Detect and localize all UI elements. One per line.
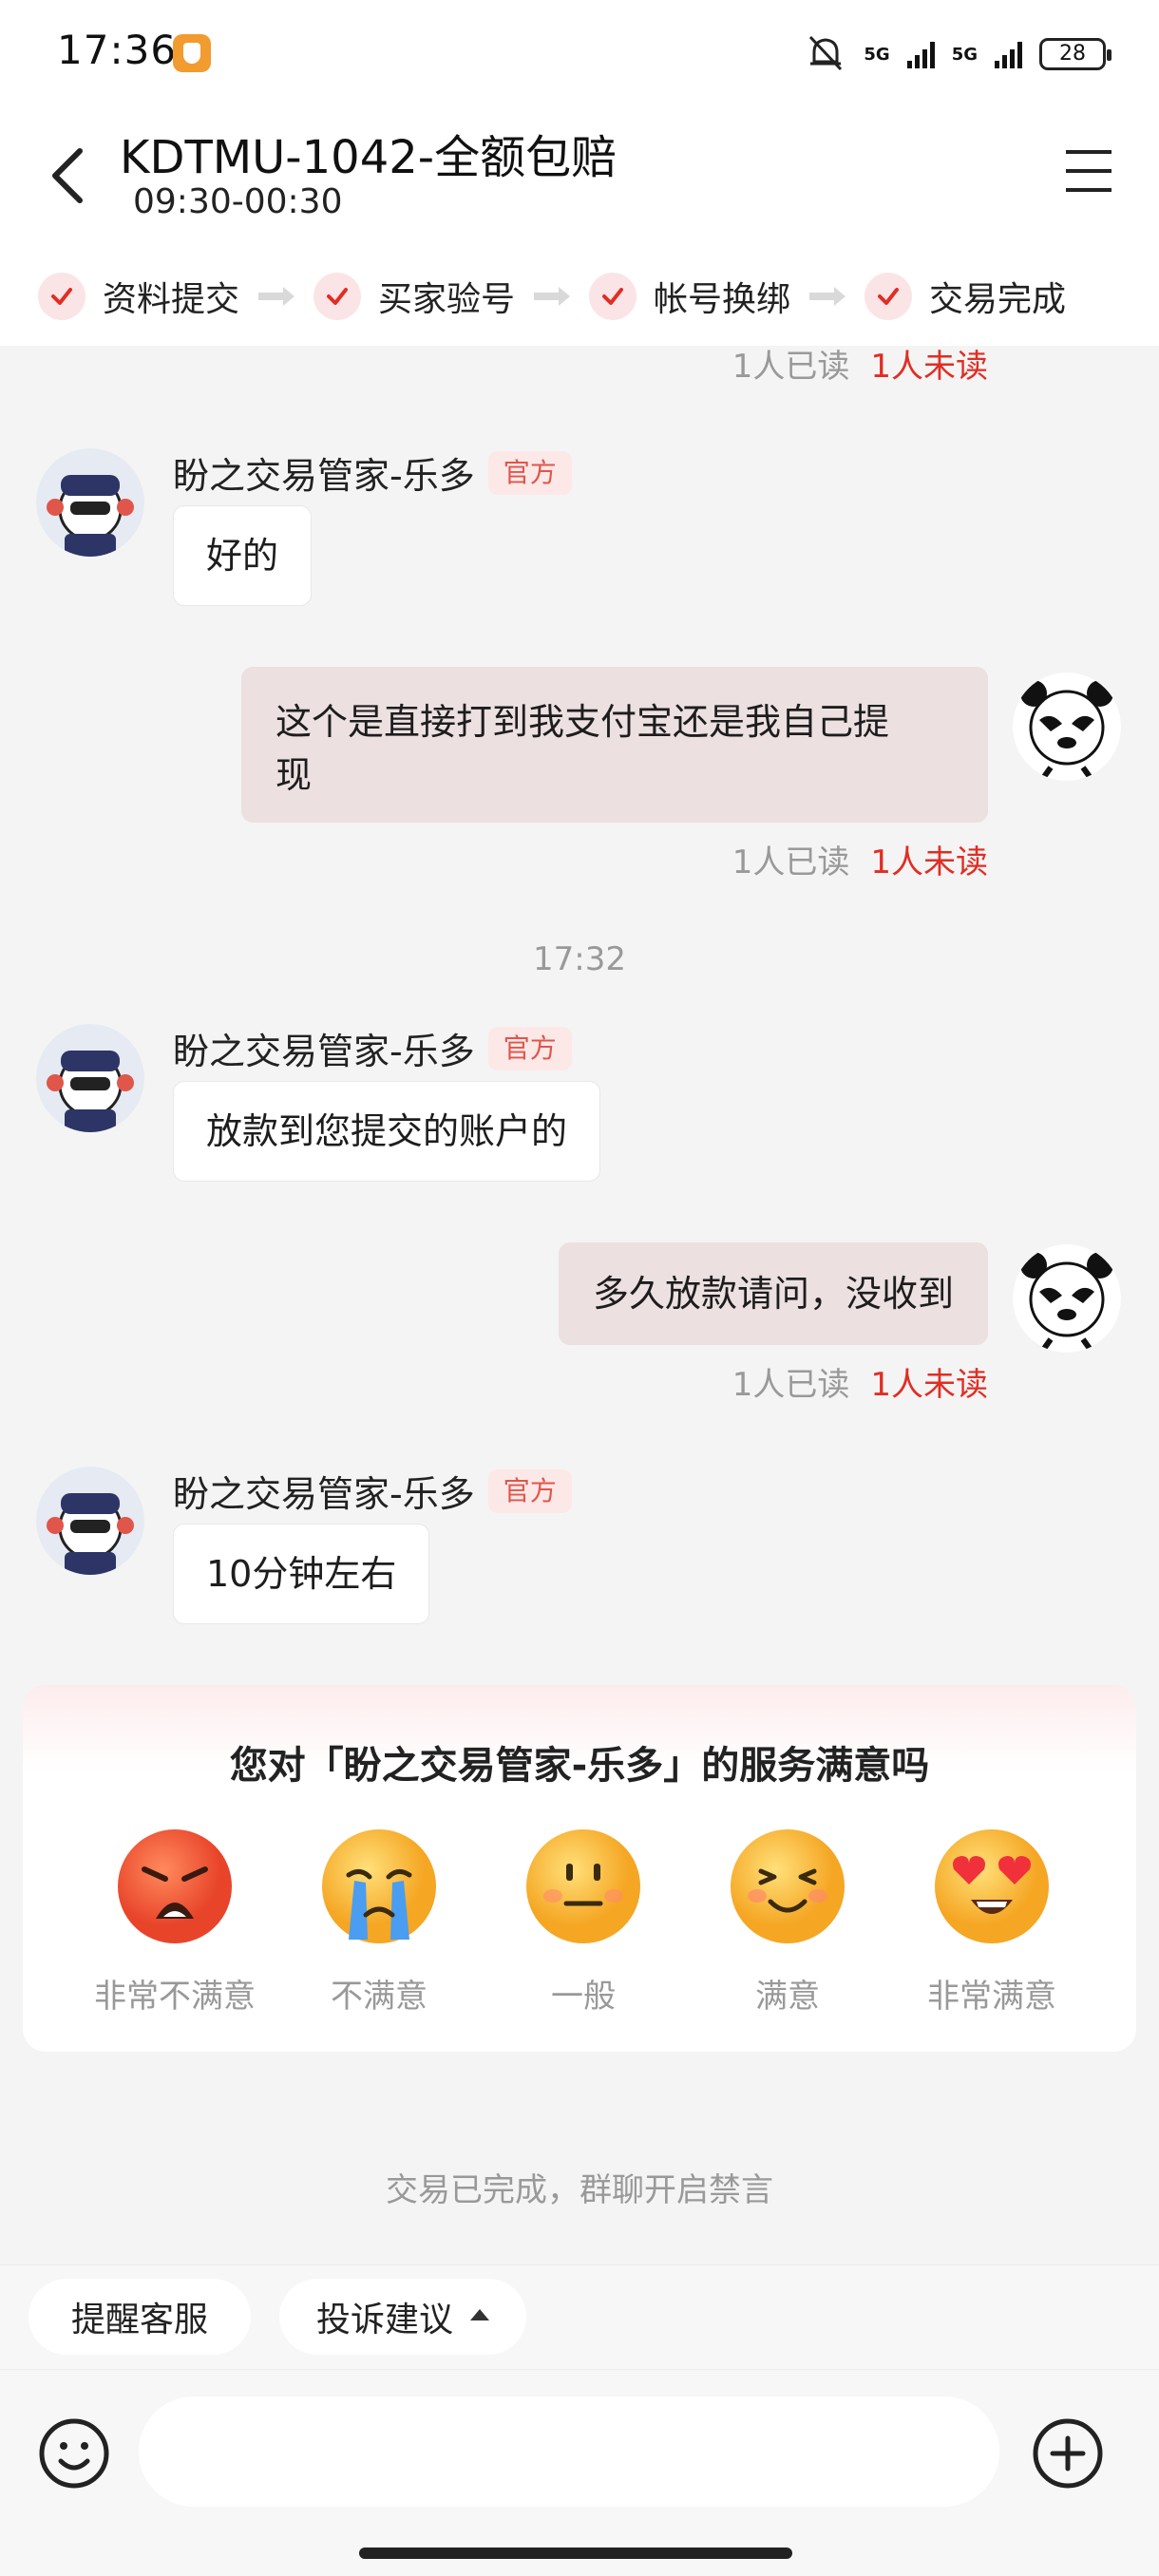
- official-badge: 官方: [487, 450, 572, 495]
- sender-name: 盼之交易管家-乐多: [173, 1473, 475, 1515]
- step-complete: 交易完成: [864, 272, 1066, 321]
- back-button[interactable]: [42, 138, 99, 214]
- check-icon: [38, 273, 86, 320]
- sender-name: 盼之交易管家-乐多: [173, 1031, 475, 1072]
- message-timestamp: 17:32: [533, 940, 626, 978]
- neutral-face-icon: [526, 1829, 640, 1943]
- read-receipt: 1人已读 1人未读: [732, 348, 988, 386]
- official-badge: 官方: [487, 1026, 572, 1070]
- heart-eyes-face-icon: [935, 1829, 1049, 1943]
- rating-very-dissatisfied[interactable]: 非常不满意: [80, 1828, 270, 2017]
- step-rebind: 帐号换绑: [589, 272, 790, 321]
- panda-officer-avatar-icon: [36, 1024, 144, 1132]
- step-label: 交易完成: [929, 280, 1067, 319]
- user-avatar[interactable]: [1013, 1244, 1121, 1353]
- smiley-icon: [39, 2418, 109, 2489]
- check-icon: [864, 273, 913, 320]
- satisfaction-survey-card: 您对「盼之交易管家-乐多」的服务满意吗 非常不满意 不满意 一般 满意 非常满意: [23, 1685, 1136, 2052]
- rating-label: 满意: [755, 1978, 820, 2016]
- step-label: 买家验号: [378, 280, 516, 319]
- rating-dissatisfied[interactable]: 不满意: [284, 1828, 474, 2017]
- panda-officer-avatar-icon: [36, 1467, 144, 1575]
- chat-screen: 17:36 5G 5G 28 KDTMU-1042-全额包赔 09:30-00:…: [0, 0, 1159, 2576]
- remind-service-button[interactable]: 提醒客服: [28, 2279, 251, 2355]
- message-bubble-incoming[interactable]: 10分钟左右: [173, 1524, 430, 1624]
- smiling-face-icon: [731, 1829, 845, 1943]
- step-submit: 资料提交: [38, 272, 239, 321]
- rating-label: 非常不满意: [94, 1978, 256, 2016]
- complaint-button[interactable]: 投诉建议: [279, 2279, 526, 2355]
- page-title: KDTMU-1042-全额包赔: [120, 131, 618, 184]
- user-avatar[interactable]: [1013, 672, 1121, 781]
- check-icon: [589, 273, 637, 320]
- agent-avatar[interactable]: [36, 1024, 144, 1132]
- status-time: 17:36: [57, 27, 178, 73]
- message-bubble-outgoing[interactable]: 多久放款请问，没收到: [558, 1242, 988, 1345]
- agent-avatar[interactable]: [36, 1467, 144, 1575]
- status-bar: 17:36 5G 5G 28: [0, 0, 1159, 104]
- rating-label: 一般: [551, 1978, 616, 2016]
- rating-neutral[interactable]: 一般: [488, 1828, 678, 2017]
- official-badge: 官方: [487, 1468, 572, 1513]
- read-receipt: 1人已读 1人未读: [732, 1366, 988, 1404]
- sender-row: 盼之交易管家-乐多 官方: [173, 446, 572, 499]
- quick-action-bar: 提醒客服 投诉建议: [0, 2264, 1159, 2369]
- plus-circle-icon: [1033, 2418, 1103, 2489]
- arrow-right-icon: [258, 285, 296, 308]
- chat-message-list[interactable]: 1人已读 1人未读 盼之交易管家-乐多 官方 好的 这个是直接打到我支付宝还是我自…: [0, 346, 1159, 2264]
- rating-label: 非常满意: [927, 1978, 1056, 2016]
- message-bubble-incoming[interactable]: 好的: [173, 505, 313, 606]
- check-icon: [314, 273, 362, 320]
- rating-label: 不满意: [331, 1978, 428, 2016]
- sender-row: 盼之交易管家-乐多 官方: [173, 1022, 572, 1074]
- trade-progress: 资料提交 买家验号 帐号换绑 交易完成: [0, 247, 1159, 346]
- panda-face-avatar-icon: [1013, 1244, 1121, 1353]
- arrow-right-icon: [534, 285, 572, 308]
- network-type-2: 5G: [951, 44, 978, 65]
- angry-face-icon: [118, 1829, 232, 1943]
- network-type-1: 5G: [864, 44, 890, 65]
- hamburger-icon: [1066, 150, 1112, 192]
- message-text: 现: [276, 754, 313, 796]
- caret-up-icon: [470, 2309, 489, 2320]
- app-notification-icon: [173, 34, 211, 72]
- status-indicators: 5G 5G 28: [805, 30, 1112, 78]
- rating-options: 非常不满意 不满意 一般 满意 非常满意: [80, 1828, 1087, 2017]
- arrow-right-icon: [809, 285, 847, 308]
- step-label: 资料提交: [103, 280, 240, 319]
- rating-very-satisfied[interactable]: 非常满意: [897, 1828, 1087, 2017]
- sender-name: 盼之交易管家-乐多: [173, 455, 475, 497]
- message-input-bar: [0, 2369, 1159, 2576]
- message-bubble-incoming[interactable]: 放款到您提交的账户的: [173, 1081, 601, 1182]
- signal-icon: [906, 40, 935, 68]
- message-bubble-outgoing[interactable]: 这个是直接打到我支付宝还是我自己提 现: [241, 667, 988, 823]
- message-text: 这个是直接打到我支付宝还是我自己提: [276, 701, 890, 743]
- message-input[interactable]: [139, 2396, 999, 2507]
- signal-icon: [995, 40, 1022, 68]
- chat-header: KDTMU-1042-全额包赔 09:30-00:30: [0, 104, 1159, 247]
- step-label: 帐号换绑: [654, 280, 791, 319]
- home-indicator[interactable]: [359, 2548, 792, 2559]
- survey-title: 您对「盼之交易管家-乐多」的服务满意吗: [229, 1744, 930, 1788]
- crying-face-icon: [322, 1829, 436, 1943]
- complaint-label: 投诉建议: [315, 2301, 453, 2339]
- rating-satisfied[interactable]: 满意: [693, 1828, 883, 2017]
- battery-icon: 28: [1039, 38, 1112, 70]
- chevron-left-icon: [52, 148, 83, 203]
- step-verify: 买家验号: [314, 272, 515, 321]
- menu-button[interactable]: [1060, 142, 1117, 199]
- read-receipt: 1人已读 1人未读: [732, 843, 988, 881]
- panda-officer-avatar-icon: [36, 448, 144, 557]
- emoji-button[interactable]: [38, 2417, 110, 2490]
- agent-avatar[interactable]: [36, 448, 144, 557]
- sender-row: 盼之交易管家-乐多 官方: [173, 1465, 572, 1517]
- more-actions-button[interactable]: [1032, 2417, 1104, 2490]
- panda-face-avatar-icon: [1013, 672, 1121, 781]
- service-hours: 09:30-00:30: [133, 182, 343, 221]
- mute-icon: [805, 33, 846, 75]
- system-notice: 交易已完成，群聊开启禁言: [386, 2171, 773, 2209]
